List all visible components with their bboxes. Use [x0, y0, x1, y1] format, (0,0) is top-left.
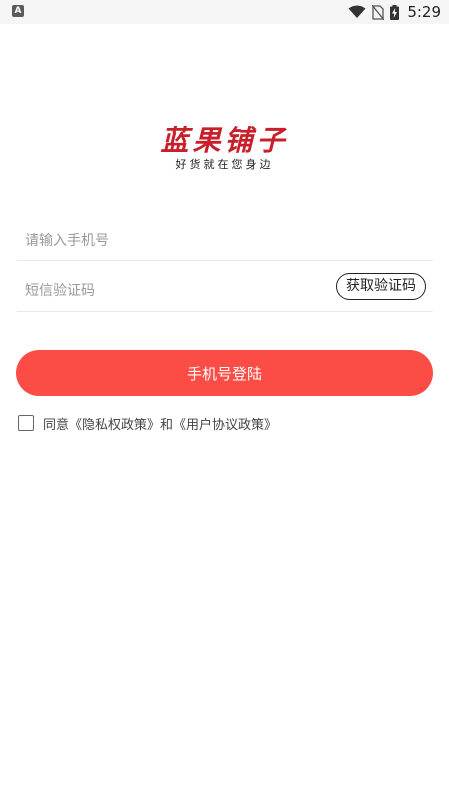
agreement-text: 同意《隐私权政策》和《用户协议政策》 [43, 414, 277, 433]
logo-slogan: 好货就在您身边 [175, 158, 274, 171]
phone-input[interactable] [25, 222, 325, 260]
login-screen: A 5:29 蓝果铺子 好货就在您身边 获取验证码 手机号登陆 [0, 0, 449, 800]
battery-charging-icon [390, 4, 400, 20]
wifi-icon [348, 5, 366, 18]
phone-field-row [17, 222, 433, 261]
notification-icon: A [12, 5, 24, 17]
status-bar: A 5:29 [0, 0, 449, 24]
brand-logo: 蓝果铺子 好货就在您身边 [0, 126, 449, 172]
logo-title: 蓝果铺子 [160, 124, 289, 157]
agreement-conjunction: 和 [160, 417, 174, 433]
no-sim-icon [372, 4, 385, 20]
code-field-row: 获取验证码 [17, 271, 433, 312]
user-agreement-link[interactable]: 《用户协议政策》 [173, 418, 277, 433]
status-icons: 5:29 [348, 0, 441, 24]
agreement-row: 同意《隐私权政策》和《用户协议政策》 [18, 414, 277, 433]
get-code-button[interactable]: 获取验证码 [336, 273, 426, 300]
phone-login-button[interactable]: 手机号登陆 [16, 350, 433, 396]
agreement-checkbox[interactable] [18, 415, 34, 431]
status-time: 5:29 [407, 3, 441, 21]
agreement-prefix: 同意 [43, 417, 70, 433]
sms-code-input[interactable] [25, 271, 325, 311]
privacy-policy-link[interactable]: 《隐私权政策》 [69, 418, 160, 433]
